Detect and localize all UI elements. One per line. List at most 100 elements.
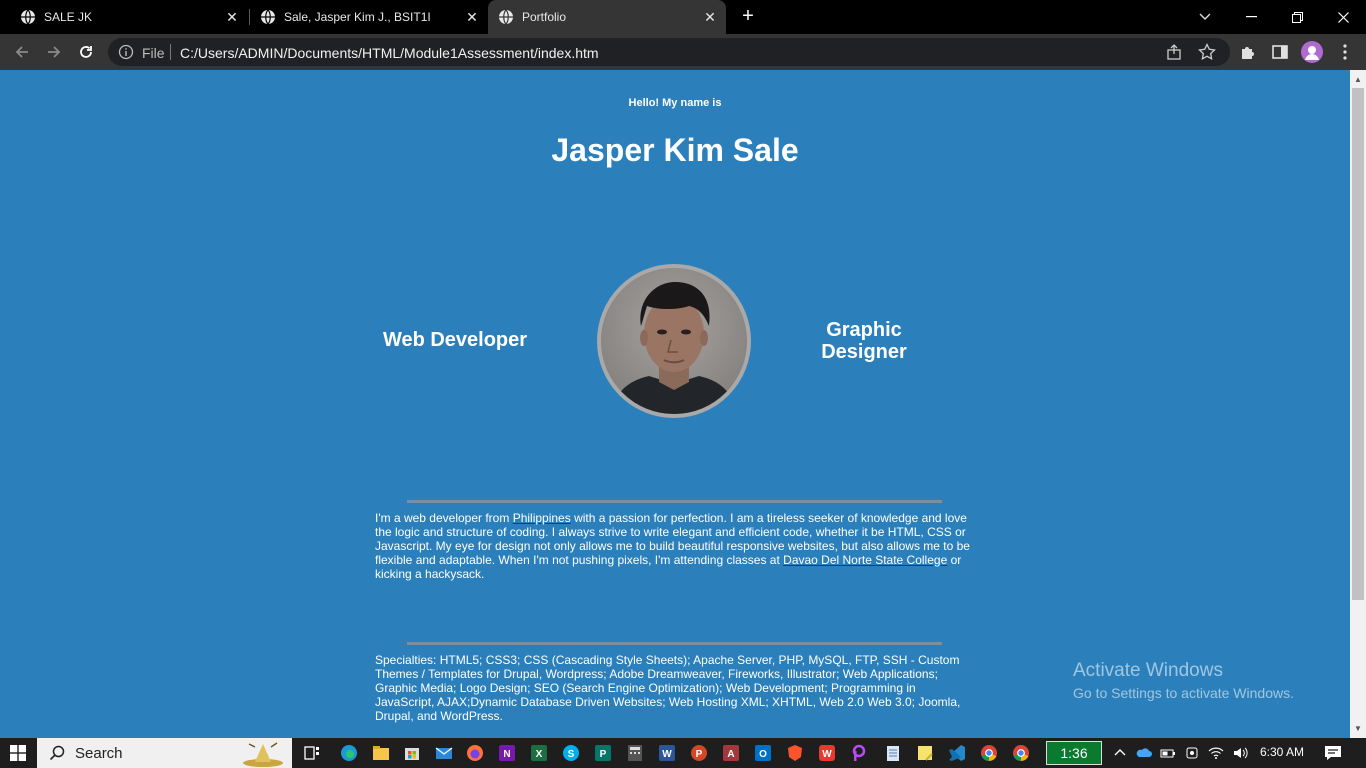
word-icon[interactable]: W <box>658 744 676 762</box>
tab-sale-jasper[interactable]: Sale, Jasper Kim J., BSIT1I ✕ <box>250 0 488 34</box>
tab-title: Sale, Jasper Kim J., BSIT1I <box>284 10 431 24</box>
search-highlight-illustration <box>237 738 289 768</box>
college-link[interactable]: Davao Del Norte State College <box>783 553 947 567</box>
section-divider <box>407 500 942 503</box>
svg-text:W: W <box>822 749 832 760</box>
powerpoint-icon[interactable]: P <box>690 744 708 762</box>
file-explorer-icon[interactable] <box>372 744 390 762</box>
recording-timer[interactable]: 1:36 <box>1046 741 1102 765</box>
mail-icon[interactable] <box>435 744 453 762</box>
scroll-down-arrow[interactable]: ▼ <box>1350 721 1366 737</box>
chrome-icon[interactable] <box>980 744 998 762</box>
close-tab-icon[interactable]: ✕ <box>224 9 240 25</box>
start-button[interactable] <box>0 738 36 768</box>
url-text[interactable]: C:/Users/ADMIN/Documents/HTML/Module1Ass… <box>180 45 599 61</box>
share-icon[interactable] <box>1166 43 1184 61</box>
sticky-notes-icon[interactable] <box>916 744 934 762</box>
tab-strip: SALE JK ✕ Sale, Jasper Kim J., BSIT1I ✕ … <box>0 0 1366 34</box>
watermark-subtitle: Go to Settings to activate Windows. <box>1073 685 1294 701</box>
tab-search-button[interactable] <box>1182 0 1228 34</box>
volume-icon[interactable] <box>1232 745 1248 761</box>
vscode-icon[interactable] <box>948 744 966 762</box>
store-icon[interactable] <box>403 744 421 762</box>
info-icon[interactable] <box>118 44 134 60</box>
restore-icon <box>1291 11 1303 23</box>
battery-icon[interactable] <box>1160 745 1176 761</box>
search-label: Search <box>75 745 123 762</box>
globe-icon <box>261 9 275 25</box>
reload-icon <box>80 46 92 58</box>
skype-icon[interactable]: S <box>562 744 580 762</box>
notification-icon[interactable] <box>1324 745 1342 761</box>
svg-text:W: W <box>662 749 672 760</box>
role-graphic-designer: Graphic Designer <box>821 319 907 363</box>
watermark-title: Activate Windows <box>1073 660 1223 681</box>
outlook-icon[interactable]: O <box>754 744 772 762</box>
philippines-link[interactable]: Philippines <box>513 511 571 525</box>
omnibox-divider <box>170 44 171 60</box>
svg-text:P: P <box>600 749 607 760</box>
new-tab-button[interactable]: + <box>738 6 758 26</box>
about-text: I'm a web developer from <box>375 511 513 525</box>
back-button[interactable] <box>10 40 34 64</box>
reload-button[interactable] <box>74 40 98 64</box>
role-web-developer: Web Developer <box>382 329 528 351</box>
task-view-icon[interactable] <box>303 744 321 762</box>
bookmark-star-icon[interactable] <box>1198 43 1216 61</box>
page-title: Jasper Kim Sale <box>551 132 799 168</box>
chrome-profile-icon[interactable] <box>1012 744 1030 762</box>
onenote-icon[interactable]: N <box>498 744 516 762</box>
chevron-up-icon[interactable] <box>1112 745 1128 761</box>
notepad-icon[interactable] <box>884 744 902 762</box>
minimize-button[interactable] <box>1228 0 1274 34</box>
taskbar-search-box[interactable]: Search <box>37 738 292 768</box>
browser-toolbar: File C:/Users/ADMIN/Documents/HTML/Modul… <box>0 34 1366 70</box>
edge-icon[interactable] <box>340 744 358 762</box>
minimize-icon <box>1245 16 1257 18</box>
publisher-icon[interactable]: P <box>594 744 612 762</box>
specialties-paragraph: Specialties: HTML5; CSS3; CSS (Cascading… <box>375 653 961 723</box>
access-icon[interactable]: A <box>722 744 740 762</box>
scroll-up-arrow[interactable]: ▲ <box>1350 72 1366 88</box>
tab-portfolio[interactable]: Portfolio ✕ <box>488 0 726 34</box>
picsart-icon[interactable] <box>850 744 868 762</box>
forward-button[interactable] <box>42 40 66 64</box>
system-clock[interactable]: 6:30 AM <box>1260 745 1304 759</box>
svg-text:A: A <box>727 749 734 760</box>
address-bar[interactable]: File C:/Users/ADMIN/Documents/HTML/Modul… <box>108 38 1230 66</box>
greeting-text: Hello! My name is <box>628 97 722 109</box>
about-paragraph: I'm a web developer from Philippines wit… <box>375 511 975 581</box>
kebab-menu-icon[interactable] <box>1335 42 1355 62</box>
avatar-icon <box>1305 46 1319 60</box>
portrait-image <box>601 268 747 414</box>
tab-title: SALE JK <box>44 10 93 24</box>
svg-text:S: S <box>568 749 575 760</box>
section-divider <box>407 642 942 645</box>
svg-text:N: N <box>503 749 510 760</box>
close-tab-icon[interactable]: ✕ <box>464 9 480 25</box>
onedrive-icon[interactable] <box>1136 745 1152 761</box>
close-tab-icon[interactable]: ✕ <box>702 9 718 25</box>
profile-avatar[interactable] <box>1301 41 1323 63</box>
scrollbar-thumb[interactable] <box>1352 88 1364 600</box>
arrow-left-icon <box>15 46 28 58</box>
svg-text:X: X <box>536 749 543 760</box>
calculator-icon[interactable] <box>626 744 644 762</box>
extensions-icon[interactable] <box>1238 42 1258 62</box>
brave-icon[interactable] <box>786 744 804 762</box>
tab-sale-jk[interactable]: SALE JK ✕ <box>8 0 248 34</box>
wps-icon[interactable]: W <box>818 744 836 762</box>
close-window-button[interactable] <box>1320 0 1366 34</box>
excel-icon[interactable]: X <box>530 744 548 762</box>
side-panel-icon[interactable] <box>1270 42 1290 62</box>
globe-icon <box>21 9 35 25</box>
page-viewport: Hello! My name is Jasper Kim Sale Web De… <box>0 70 1350 738</box>
restore-button[interactable] <box>1274 0 1320 34</box>
profile-photo <box>597 264 751 418</box>
firefox-icon[interactable] <box>466 744 484 762</box>
search-icon <box>49 745 65 761</box>
wifi-icon[interactable] <box>1208 745 1224 761</box>
windows-taskbar: Search N X S P W P A O W 1:36 6:30 AM <box>0 738 1366 768</box>
globe-icon <box>499 9 513 25</box>
meet-now-icon[interactable] <box>1184 745 1200 761</box>
